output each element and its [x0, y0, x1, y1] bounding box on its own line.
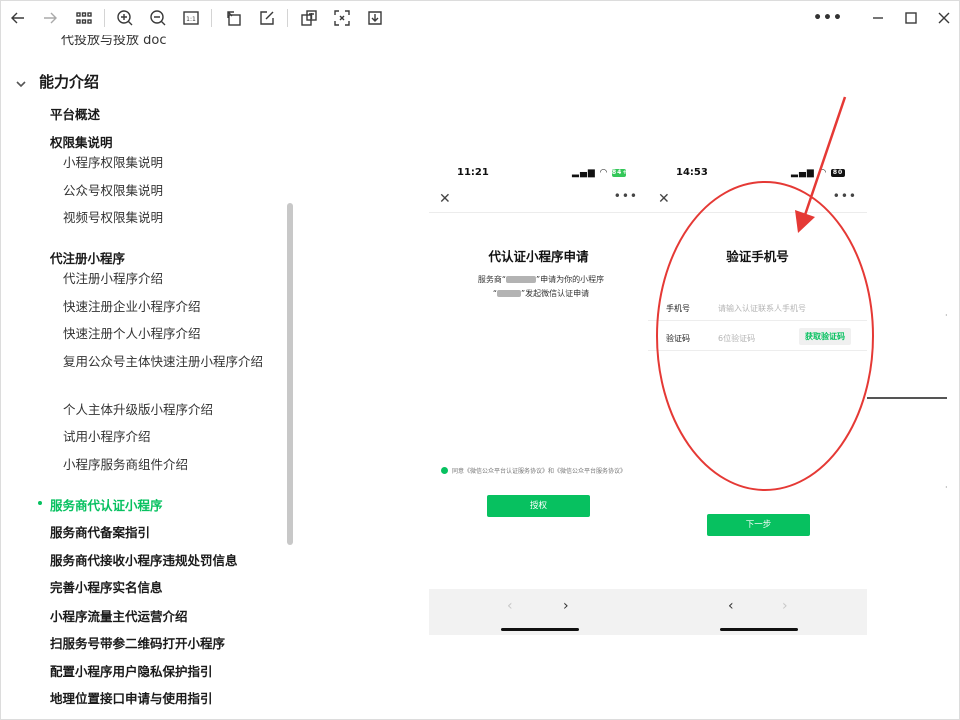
sidebar-item-register-miniprogram[interactable]: 代注册小程序 [50, 248, 125, 267]
sidebar-item-platform-overview[interactable]: 平台概述 [50, 104, 100, 123]
desc-text: 服务商“ [477, 275, 506, 284]
sidebar-item-permissions[interactable]: 权限集说明 [50, 132, 113, 151]
redacted-name [497, 290, 521, 297]
back-icon[interactable] [7, 7, 29, 29]
code-field[interactable]: 验证码 6位验证码 获取验证码 [648, 325, 867, 351]
sidebar-subitem-miniprogram-permissions[interactable]: 小程序权限集说明 [63, 152, 263, 173]
actual-size-label: 1:1 [186, 16, 196, 23]
code-label: 验证码 [666, 334, 690, 343]
sidebar-item-proxy-filing[interactable]: 服务商代备案指引 [50, 522, 150, 541]
sidebar-item-traffic-operation[interactable]: 小程序流量主代运营介绍 [50, 606, 188, 625]
toolbar-divider [104, 9, 105, 27]
phone-bottom-bar: ‹ › [648, 589, 867, 635]
sidebar-subitem-channels-permissions[interactable]: 视频号权限集说明 [63, 207, 263, 228]
sidebar-item-realname[interactable]: 完善小程序实名信息 [50, 577, 163, 596]
get-code-button[interactable]: 获取验证码 [799, 328, 851, 345]
more-icon[interactable]: ••• [833, 189, 857, 203]
chevron-down-icon[interactable] [15, 75, 29, 89]
next-button[interactable]: 下一步 [707, 514, 810, 536]
sidebar-subitem-personal-upgrade[interactable]: 个人主体升级版小程序介绍 [63, 399, 263, 420]
battery-icon: 84+ [612, 168, 629, 177]
more-icon[interactable]: ••• [614, 189, 638, 203]
battery-icon: 80 [831, 168, 845, 177]
phone-input[interactable]: 请输入认证联系人手机号 [718, 303, 806, 314]
sidebar-section-ability[interactable]: 能力介绍 [15, 71, 99, 92]
page-title: 验证手机号 [726, 249, 789, 264]
grid-view-icon[interactable] [73, 7, 95, 29]
close-icon[interactable]: ✕ [439, 191, 451, 207]
phone-field[interactable]: 手机号 请输入认证联系人手机号 [648, 295, 867, 321]
nav-back-icon[interactable]: ‹ [728, 598, 734, 614]
sidebar-item-privacy-guide[interactable]: 配置小程序用户隐私保护指引 [50, 661, 213, 680]
close-icon[interactable] [933, 7, 955, 29]
more-icon[interactable]: ••• [813, 7, 842, 29]
sidebar-subitem-official-account-permissions[interactable]: 公众号权限集说明 [63, 180, 263, 201]
authorize-button[interactable]: 授权 [487, 495, 590, 517]
redacted-name [506, 276, 536, 283]
toolbar: 1:1 ••• [1, 1, 959, 35]
home-indicator [501, 628, 579, 631]
toolbar-divider [211, 9, 212, 27]
signal-wifi-icon: ▂▄▆ ◠ 84+ [572, 168, 629, 178]
active-indicator-dot [38, 501, 42, 505]
agreement-text: 同意《微信公众平台认证服务协议》和《微信公众平台服务协议》 [452, 468, 627, 475]
signal-wifi-icon: ▂▄▆ ◠ 80 [791, 168, 845, 178]
rotate-icon[interactable] [223, 7, 245, 29]
translate-icon[interactable] [298, 7, 320, 29]
check-icon[interactable] [441, 467, 448, 474]
sidebar-item-cut-off[interactable]: 代投放与投放 doc [61, 35, 167, 48]
app-window: 1:1 ••• 代投放与投放 doc 能力介绍 平台概述 权限集说明 小程序权限… [0, 0, 960, 720]
maximize-icon[interactable] [900, 7, 922, 29]
sidebar-subitem-service-component[interactable]: 小程序服务商组件介绍 [63, 454, 263, 475]
phone-bottom-bar: ‹ › [429, 589, 648, 635]
agreement-row[interactable]: 同意《微信公众平台认证服务协议》和《微信公众平台服务协议》 [441, 466, 641, 475]
actual-size-icon[interactable]: 1:1 [180, 7, 202, 29]
phone-screen-authorize: 11:21 ▂▄▆ ◠ 84+ ✕ ••• 代认证小程序申请 服务商“ ”申请为你… [429, 159, 648, 635]
sidebar-nav: 代投放与投放 doc 能力介绍 平台概述 权限集说明 小程序权限集说明 公众号权… [1, 35, 295, 719]
phone-screen-verify: 14:53 ▂▄▆ ◠ 80 ✕ ••• 验证手机号 手机号 请输入认证联系人手… [648, 159, 867, 635]
sidebar-item-proxy-certification[interactable]: 服务商代认证小程序 [50, 495, 163, 514]
download-icon[interactable] [364, 7, 386, 29]
sidebar-item-violation-info[interactable]: 服务商代接收小程序违规处罚信息 [50, 550, 238, 569]
sidebar-subitem-fast-enterprise[interactable]: 快速注册企业小程序介绍 [63, 296, 263, 317]
sidebar-scrollbar[interactable] [287, 203, 293, 545]
phone-label: 手机号 [666, 304, 690, 313]
nav-back-icon[interactable]: ‹ [507, 598, 513, 614]
zoom-in-icon[interactable] [114, 7, 136, 29]
status-bar: 14:53 ▂▄▆ ◠ 80 [648, 167, 867, 183]
sidebar-subitem-fast-personal[interactable]: 快速注册个人小程序介绍 [63, 323, 263, 344]
home-indicator [720, 628, 798, 631]
figure-edge-line [867, 397, 947, 399]
sidebar-subitem-trial[interactable]: 试用小程序介绍 [63, 426, 263, 447]
ocr-icon[interactable] [331, 7, 353, 29]
edit-icon[interactable] [256, 7, 278, 29]
close-icon[interactable]: ✕ [658, 191, 670, 207]
sidebar-section-title: 能力介绍 [39, 73, 100, 91]
toolbar-divider [287, 9, 288, 27]
minimize-icon[interactable] [867, 7, 889, 29]
request-description: 服务商“ ”申请为你的小程序 “”发起微信认证申请 [451, 273, 631, 301]
nav-forward-icon[interactable]: › [782, 598, 788, 614]
sidebar-subitem-register-intro[interactable]: 代注册小程序介绍 [63, 268, 263, 289]
sidebar-item-qrcode-open[interactable]: 扫服务号带参二维码打开小程序 [50, 633, 225, 652]
nav-forward-icon[interactable]: › [563, 598, 569, 614]
phone-nav-bar: ✕ ••• [648, 189, 867, 213]
desc-text: ”发起微信认证申请 [521, 289, 590, 298]
desc-text: ”申请为你的小程序 [536, 275, 605, 284]
forward-icon[interactable] [39, 7, 61, 29]
figure-edge-mark: · [945, 483, 948, 492]
document-content: 11:21 ▂▄▆ ◠ 84+ ✕ ••• 代认证小程序申请 服务商“ ”申请为你… [295, 35, 959, 719]
page-title: 代认证小程序申请 [488, 249, 589, 264]
code-input[interactable]: 6位验证码 [718, 333, 755, 344]
figure-edge-mark: · [945, 311, 948, 320]
zoom-out-icon[interactable] [147, 7, 169, 29]
screenshot-figure: 11:21 ▂▄▆ ◠ 84+ ✕ ••• 代认证小程序申请 服务商“ ”申请为你… [429, 159, 867, 635]
status-bar: 11:21 ▂▄▆ ◠ 84+ [429, 167, 648, 183]
sidebar-subitem-reuse-official-account[interactable]: 复用公众号主体快速注册小程序介绍 [63, 351, 263, 372]
status-time: 14:53 [676, 167, 708, 178]
status-time: 11:21 [457, 167, 489, 178]
sidebar-item-location-api[interactable]: 地理位置接口申请与使用指引 [50, 688, 213, 707]
phone-nav-bar: ✕ ••• [429, 189, 648, 213]
